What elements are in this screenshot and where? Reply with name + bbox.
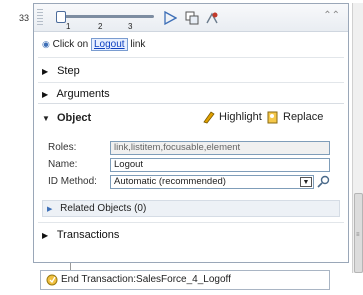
grip-lines-icon: ≡ (356, 232, 360, 238)
replay-slider[interactable]: 1 2 3 (54, 11, 158, 31)
highlight-button[interactable]: Highlight (202, 110, 262, 124)
end-transaction-step[interactable]: End Transaction:SalesForce_4_Logoff (40, 270, 330, 290)
transaction-icon (46, 274, 58, 286)
highlighter-icon (202, 110, 216, 124)
copy-icon[interactable] (185, 11, 199, 25)
name-label: Name: (48, 159, 78, 170)
section-step-label: Step (57, 65, 80, 77)
chevron-down-icon: ▼ (42, 114, 50, 123)
section-transactions[interactable]: ▶ Transactions (42, 229, 340, 241)
section-arguments[interactable]: ▶ Arguments (42, 88, 340, 100)
name-field[interactable]: Logout (110, 158, 330, 172)
replace-label: Replace (283, 110, 324, 123)
vertical-scrollbar[interactable]: ≡ (352, 3, 363, 273)
step-panel: 1 2 3 ⌃⌃ ◉ Click on Logout link ▶ Step ▶… (33, 3, 349, 263)
chevron-right-icon: ▶ (42, 67, 49, 76)
highlight-label: Highlight (219, 110, 262, 123)
divider (38, 82, 344, 83)
slider-tick-1: 1 (66, 22, 71, 31)
replace-icon (266, 110, 280, 124)
slider-track (58, 15, 154, 18)
slider-tick-2: 2 (98, 22, 103, 31)
chevron-right-icon: ▶ (42, 231, 49, 240)
section-object[interactable]: ▼ Object (42, 112, 91, 124)
related-objects-row[interactable]: ▶ Related Objects (0) (42, 200, 340, 217)
section-step[interactable]: ▶ Step (42, 65, 340, 77)
play-icon[interactable] (163, 10, 178, 26)
description-suffix: link (130, 39, 146, 50)
step-description: ◉ Click on Logout link (42, 38, 146, 51)
double-chevron-up-icon[interactable]: ⌃⌃ (323, 10, 340, 21)
scrollbar-thumb[interactable]: ≡ (354, 193, 363, 273)
slider-thumb[interactable] (56, 11, 66, 23)
replace-button[interactable]: Replace (266, 110, 323, 124)
divider (38, 57, 344, 58)
section-object-label: Object (56, 112, 92, 124)
chevron-right-icon: ▶ (42, 90, 49, 99)
slider-tick-3: 3 (128, 22, 133, 31)
record-icon[interactable] (205, 11, 219, 25)
related-objects-label: Related Objects (0) (60, 203, 147, 214)
end-transaction-label: End Transaction:SalesForce_4_Logoff (61, 274, 231, 285)
logout-link[interactable]: Logout (91, 38, 128, 51)
roles-field: link,listitem,focusable,element (110, 141, 330, 155)
find-object-icon[interactable] (317, 174, 331, 191)
id-method-value: Automatic (recommended) (114, 176, 226, 187)
drag-handle[interactable] (37, 9, 43, 27)
chevron-down-icon[interactable]: ▼ (300, 177, 312, 187)
section-arguments-label: Arguments (56, 88, 110, 100)
step-toolbar: 1 2 3 ⌃⌃ (34, 4, 348, 32)
description-prefix: Click on (52, 39, 89, 50)
chevron-right-icon: ▶ (47, 206, 53, 213)
info-icon: ◉ (42, 39, 50, 49)
id-method-label: ID Method: (48, 176, 97, 187)
object-section: ▼ Object Highlight Replace Roles: link,l… (38, 103, 344, 211)
divider (38, 222, 344, 223)
id-method-select[interactable]: Automatic (recommended) ▼ (110, 175, 314, 189)
roles-label: Roles: (48, 142, 77, 153)
section-transactions-label: Transactions (56, 229, 120, 241)
step-number: 33 (19, 13, 30, 23)
